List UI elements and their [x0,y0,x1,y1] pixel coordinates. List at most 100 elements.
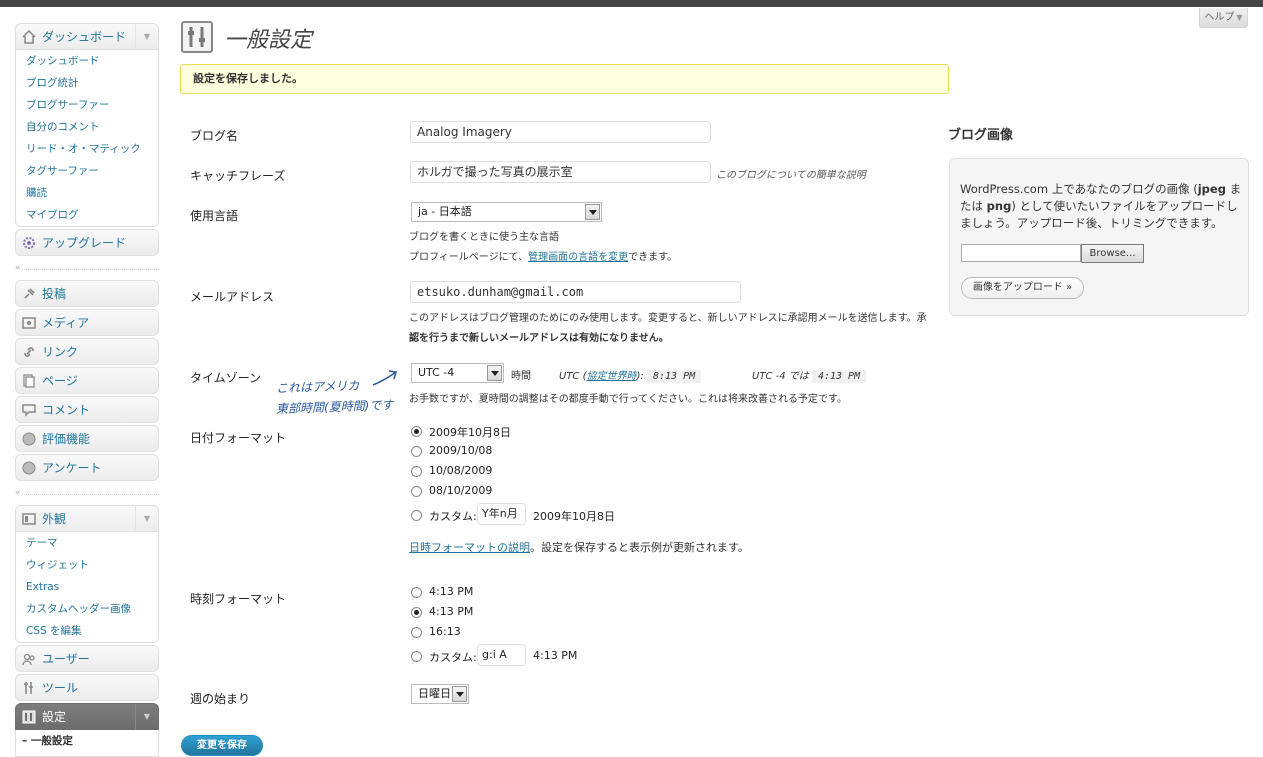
menu-toggle-icon[interactable]: ▼ [135,704,158,729]
change-admin-language-link[interactable]: 管理画面の言語を変更 [528,252,628,263]
utc-link[interactable]: 協定世界時 [587,371,637,382]
date-format-radio-1[interactable] [411,426,422,437]
submenu-item-subscriptions[interactable]: 購読 [16,182,158,204]
help-label: ヘルプ [1204,12,1235,23]
menu-polls[interactable]: アンケート [15,454,159,481]
menu-polls-label: アンケート [42,461,102,475]
menu-ratings-label: 評価機能 [42,432,91,446]
email-hint-2: 認を行うまで新しいメールアドレスは有効になりません。 [409,333,669,344]
date-format-option-3: 10/08/2009 [429,464,493,477]
email-input[interactable]: etsuko.dunham@gmail.com [410,281,741,303]
time-format-custom-label: カスタム: [429,651,477,664]
submenu-item-readomattic[interactable]: リード・オ・マティック [16,138,158,160]
menu-ratings[interactable]: 評価機能 [15,425,159,452]
dropdown-arrow-icon[interactable] [452,686,467,702]
browse-button[interactable]: Browse... [1081,244,1144,263]
language-hint-1: ブログを書くときに使う主な言語 [409,232,559,243]
blog-image-text-pre: WordPress.com 上であなたのブログの画像 ( [960,182,1198,196]
local-time-value: 4:13 PM [811,370,867,383]
help-button[interactable]: ヘルプ ▼ [1199,8,1248,28]
submenu-item-blog-stats[interactable]: ブログ統計 [16,72,158,94]
page-title: 一般設定 [224,28,313,53]
menu-tools[interactable]: ツール [15,674,159,701]
tagline-input[interactable]: ホルガで撮った写真の展示室 [410,161,711,183]
date-format-custom-preview: 2009年10月8日 [533,510,615,523]
submenu-item-themes[interactable]: テーマ [16,532,158,554]
menu-settings-label: 設定 [42,710,67,724]
settings-submenu: – 一般設定 [15,730,159,757]
time-format-radio-3[interactable] [411,627,422,638]
menu-media[interactable]: メディア [15,309,159,336]
submenu-item-widgets[interactable]: ウィジェット [16,554,158,576]
date-format-custom-input[interactable]: Y年n月 [477,503,526,525]
circle-icon [22,461,36,475]
menu-toggle-icon[interactable]: ▼ [135,506,158,531]
date-format-radio-custom[interactable] [411,510,422,521]
saved-notice: 設定を保存しました。 [180,64,949,94]
submenu-item-my-comments[interactable]: 自分のコメント [16,116,158,138]
menu-pages[interactable]: ページ [15,367,159,394]
language-select[interactable]: ja - 日本語 [411,202,602,222]
tagline-hint: このブログについての簡単な説明 [716,166,866,181]
collapse-arrow-icon[interactable]: « [15,263,21,273]
submenu-item-edit-css[interactable]: CSS を編集 [16,620,158,642]
menu-users-label: ユーザー [42,652,90,666]
submenu-item-custom-header[interactable]: カスタムヘッダー画像 [16,598,158,620]
submenu-item-dashboard[interactable]: ダッシュボード [16,50,158,72]
language-select-value: ja - 日本語 [418,205,472,218]
submenu-item-general-settings[interactable]: – 一般設定 [16,730,158,752]
dropdown-arrow-icon[interactable] [487,365,502,381]
time-format-radio-1[interactable] [411,587,422,598]
timezone-unit: 時間 [511,371,531,382]
time-format-label: 時刻フォーマット [190,592,287,606]
blog-name-label: ブログ名 [190,129,239,143]
handwritten-arrow-icon [370,368,400,391]
menu-settings[interactable]: 設定 ▼ [15,703,159,730]
menu-posts-label: 投稿 [42,287,67,301]
time-format-radio-custom[interactable] [411,651,422,662]
menu-toggle-icon[interactable]: ▼ [135,24,158,49]
menu-dashboard[interactable]: ダッシュボード ▼ [15,23,159,50]
menu-dashboard-label: ダッシュボード [42,30,127,44]
time-format-radio-2[interactable] [411,607,422,618]
date-format-radio-2[interactable] [411,446,422,457]
blog-name-input[interactable]: Analog Imagery [410,121,711,143]
save-changes-button[interactable]: 変更を保存 [181,735,263,756]
dashboard-submenu: ダッシュボード ブログ統計 ブログサーファー 自分のコメント リード・オ・マティ… [15,50,159,227]
menu-users[interactable]: ユーザー [15,645,159,672]
menu-appearance-label: 外観 [42,512,67,526]
collapse-arrow-icon[interactable]: « [15,488,21,498]
handwritten-note-line-2: 東部時間(夏時間)です [275,397,394,417]
submenu-item-blog-surfer[interactable]: ブログサーファー [16,94,158,116]
upload-image-button[interactable]: 画像をアップロード » [961,277,1084,299]
menu-posts[interactable]: 投稿 [15,280,159,307]
menu-media-label: メディア [42,316,90,330]
menu-upgrade[interactable]: アップグレード [15,229,159,256]
date-format-radio-4[interactable] [411,486,422,497]
date-format-doc-link[interactable]: 日時フォーマットの説明 [409,541,530,554]
email-hint-1: このアドレスはブログ管理のためにのみ使用します。変更すると、新しいアドレスに承認… [409,313,927,324]
date-format-label: 日付フォーマット [190,431,287,445]
menu-links[interactable]: リンク [15,338,159,365]
utc-prefix: UTC ( [559,371,587,382]
pin-icon [22,287,36,301]
date-format-doc-text: 。設定を保存すると表示例が更新されます。 [530,541,749,554]
language-hint-2: プロフィールページにて、管理画面の言語を変更できます。 [409,248,677,263]
menu-appearance[interactable]: 外観 ▼ [15,505,159,532]
submenu-item-tag-surfer[interactable]: タグサーファー [16,160,158,182]
file-path-field[interactable] [961,244,1081,262]
dropdown-arrow-icon[interactable] [585,204,600,220]
menu-comments[interactable]: コメント [15,396,159,423]
menu-links-label: リンク [42,345,79,359]
time-format-option-2: 4:13 PM [429,605,474,618]
week-start-select-value: 日曜日 [418,687,451,700]
menu-comments-label: コメント [42,403,91,417]
submenu-item-my-blogs[interactable]: マイブログ [16,204,158,226]
timezone-select[interactable]: UTC -4 [411,363,504,383]
time-format-custom-input[interactable]: g:i A [477,644,526,666]
date-format-radio-3[interactable] [411,466,422,477]
week-start-select[interactable]: 日曜日 [411,684,469,704]
home-icon [22,30,36,44]
submenu-item-extras[interactable]: Extras [16,576,158,598]
date-format-option-4: 08/10/2009 [429,484,493,497]
